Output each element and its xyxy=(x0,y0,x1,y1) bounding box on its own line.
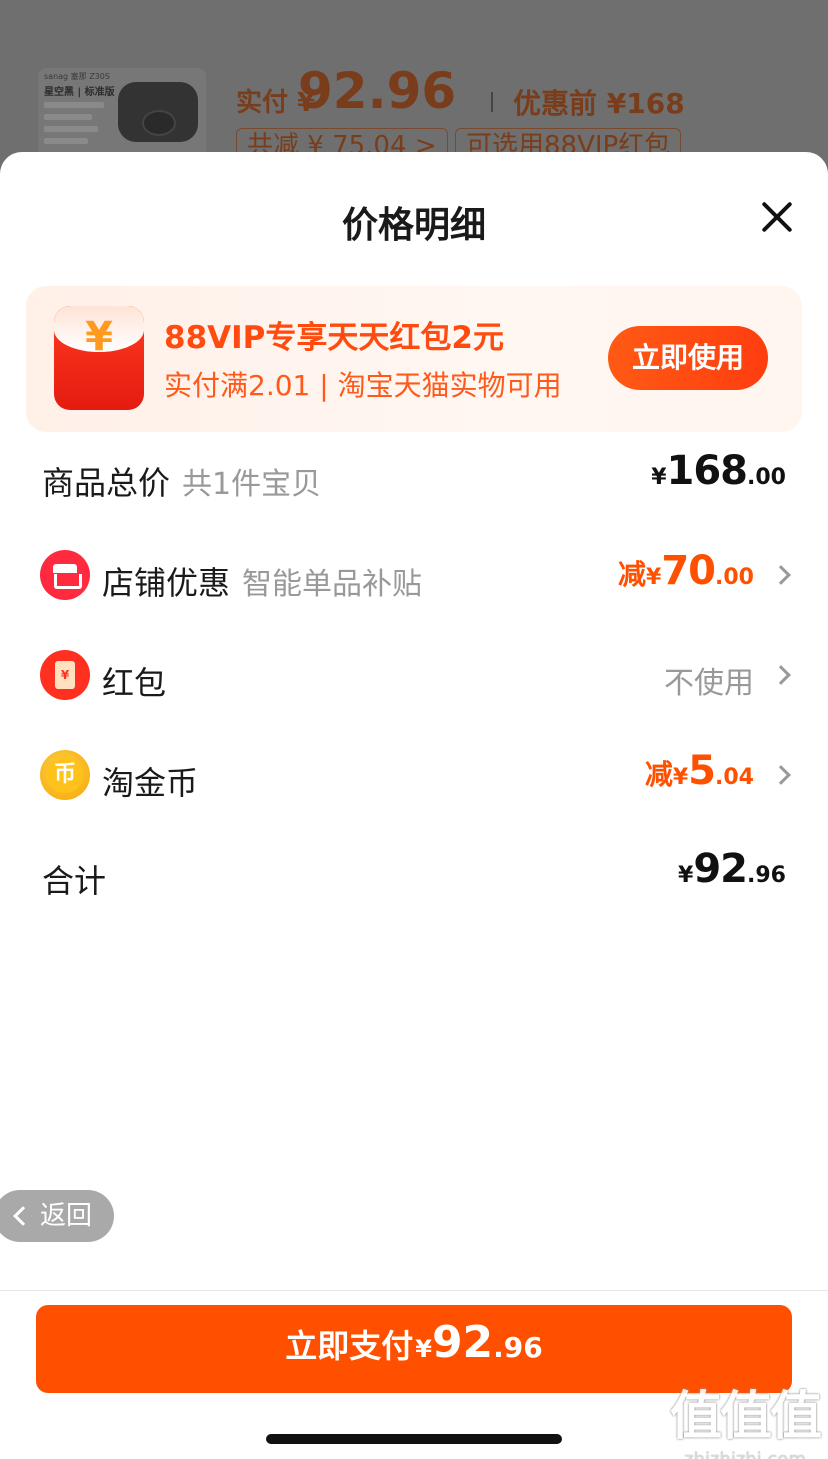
redpacket-row[interactable]: ¥ 红包 不使用 xyxy=(40,648,791,708)
back-button-label: 返回 xyxy=(40,1201,93,1231)
use-now-button[interactable]: 立即使用 xyxy=(608,326,768,390)
redpacket-status: 不使用 xyxy=(664,666,754,701)
sheet-title: 价格明细 xyxy=(341,205,486,246)
footer-divider xyxy=(0,1290,828,1291)
store-icon xyxy=(40,550,90,600)
product-brand: sanag 塞那 Z30S xyxy=(44,72,110,81)
goods-total-amount: ¥ 168 .00 xyxy=(651,448,786,494)
price-detail-sheet: 价格明细 ¥ 88VIP专享天天红包2元 实付满2.01 | 淘宝天猫实物可用 … xyxy=(0,152,828,1459)
coins-amount: 减 ¥ 5 .04 xyxy=(644,748,754,794)
goods-total-label: 商品总价 共1件宝贝 xyxy=(42,464,322,502)
home-indicator xyxy=(266,1434,562,1444)
chevron-left-icon xyxy=(13,1206,33,1226)
coin-icon: 币 xyxy=(40,750,90,800)
goods-count-hint: 共1件宝贝 xyxy=(182,467,322,502)
store-discount-label: 店铺优惠 智能单品补贴 xyxy=(102,564,423,602)
product-thumbnail: sanag 塞那 Z30S 星空黑 | 标准版 xyxy=(38,68,206,164)
thumb-line xyxy=(44,138,88,144)
thumb-line xyxy=(44,102,104,108)
goods-total-row: 商品总价 共1件宝贝 ¥ 168 .00 xyxy=(40,448,790,508)
promo-title: 88VIP专享天天红包2元 xyxy=(164,320,504,356)
background-before-price: 优惠前 ¥168 xyxy=(513,87,685,120)
chevron-right-icon xyxy=(771,765,791,785)
earbud-image xyxy=(142,110,176,136)
thumb-line xyxy=(44,126,98,132)
sum-amount: ¥ 92 .96 xyxy=(678,846,786,892)
pay-now-label: 立即支付 xyxy=(285,1327,414,1365)
promo-subtitle: 实付满2.01 | 淘宝天猫实物可用 xyxy=(164,369,562,402)
yen-icon: ¥ xyxy=(85,314,113,360)
thumb-line xyxy=(44,114,92,120)
background-separator xyxy=(491,92,493,112)
sum-row: 合计 ¥ 92 .96 xyxy=(40,846,790,906)
sum-label: 合计 xyxy=(42,862,107,900)
redpacket-small-icon: ¥ xyxy=(40,650,90,700)
coins-label: 淘金币 xyxy=(102,764,199,802)
chevron-right-icon xyxy=(771,565,791,585)
close-icon[interactable] xyxy=(760,200,794,234)
store-discount-row[interactable]: 店铺优惠 智能单品补贴 减 ¥ 70 .00 xyxy=(40,548,791,608)
site-watermark: 值值值 zhizhizhi.com xyxy=(669,1387,822,1459)
vip-redpacket-banner: ¥ 88VIP专享天天红包2元 实付满2.01 | 淘宝天猫实物可用 立即使用 xyxy=(26,286,802,432)
product-model: 星空黑 | 标准版 xyxy=(44,87,115,98)
background-product-header: sanag 塞那 Z30S 星空黑 | 标准版 实付 ¥ 92.96 优惠前 ¥… xyxy=(0,0,828,170)
back-button[interactable]: 返回 xyxy=(0,1190,114,1242)
redpacket-icon: ¥ xyxy=(54,306,144,410)
background-pay-value: 92.96 xyxy=(298,62,457,120)
redpacket-label: 红包 xyxy=(102,664,167,702)
coins-row[interactable]: 币 淘金币 减 ¥ 5 .04 xyxy=(40,748,791,808)
store-discount-hint: 智能单品补贴 xyxy=(242,567,423,602)
store-discount-amount: 减 ¥ 70 .00 xyxy=(618,548,754,594)
chevron-right-icon xyxy=(771,665,791,685)
